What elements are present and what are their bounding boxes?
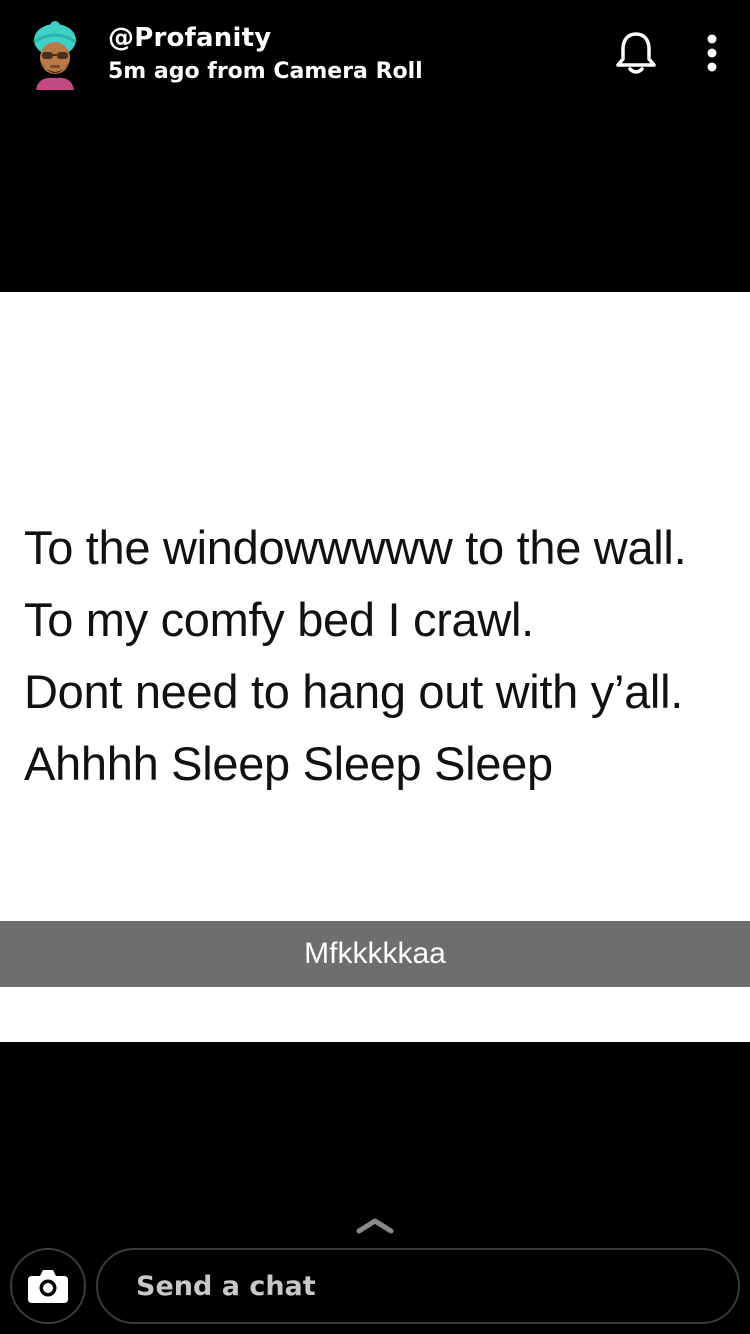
story-timestamp: 5m ago from Camera Roll: [108, 59, 423, 84]
chevron-up-icon: [356, 1218, 394, 1234]
camera-button[interactable]: [10, 1248, 86, 1324]
more-options-button[interactable]: [698, 32, 726, 76]
avatar[interactable]: [26, 18, 84, 90]
snap-text-line: To my comfy bed I crawl.: [24, 593, 534, 646]
story-viewer-screen: @Profanity 5m ago from Camera Roll To th…: [0, 0, 750, 1334]
chat-input[interactable]: Send a chat: [96, 1248, 740, 1324]
chat-placeholder: Send a chat: [136, 1270, 316, 1302]
user-info[interactable]: @Profanity 5m ago from Camera Roll: [108, 22, 423, 88]
snap-text-line: Ahhhh Sleep Sleep Sleep: [24, 737, 553, 790]
username[interactable]: @Profanity: [108, 22, 423, 54]
notification-button[interactable]: [614, 30, 658, 76]
camera-icon: [28, 1270, 68, 1303]
snap-text-line: To the windowwwww to the wall.: [24, 521, 687, 574]
bell-icon: [616, 32, 656, 74]
snap-text: To the windowwwww to the wall. To my com…: [24, 512, 687, 800]
caption-text: Mfkkkkkaa: [304, 937, 446, 970]
more-vertical-icon: [707, 34, 717, 72]
snap-text-line: Dont need to hang out with y’all.: [24, 665, 683, 718]
story-header: @Profanity 5m ago from Camera Roll: [0, 0, 750, 110]
caption-bar: Mfkkkkkaa: [0, 921, 750, 987]
bitmoji-avatar-icon: [33, 21, 77, 90]
swipe-up-indicator[interactable]: [355, 1214, 395, 1236]
